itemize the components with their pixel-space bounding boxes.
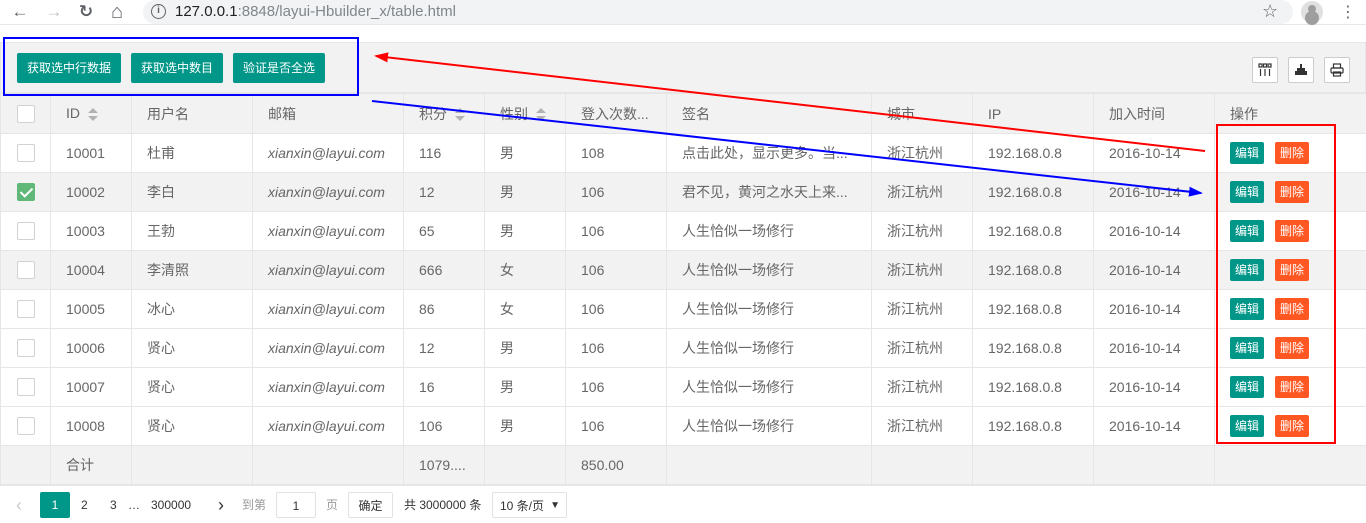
blue-arrow bbox=[371, 100, 1203, 197]
annotation-arrows bbox=[371, 52, 1206, 197]
red-arrow bbox=[374, 52, 1206, 152]
